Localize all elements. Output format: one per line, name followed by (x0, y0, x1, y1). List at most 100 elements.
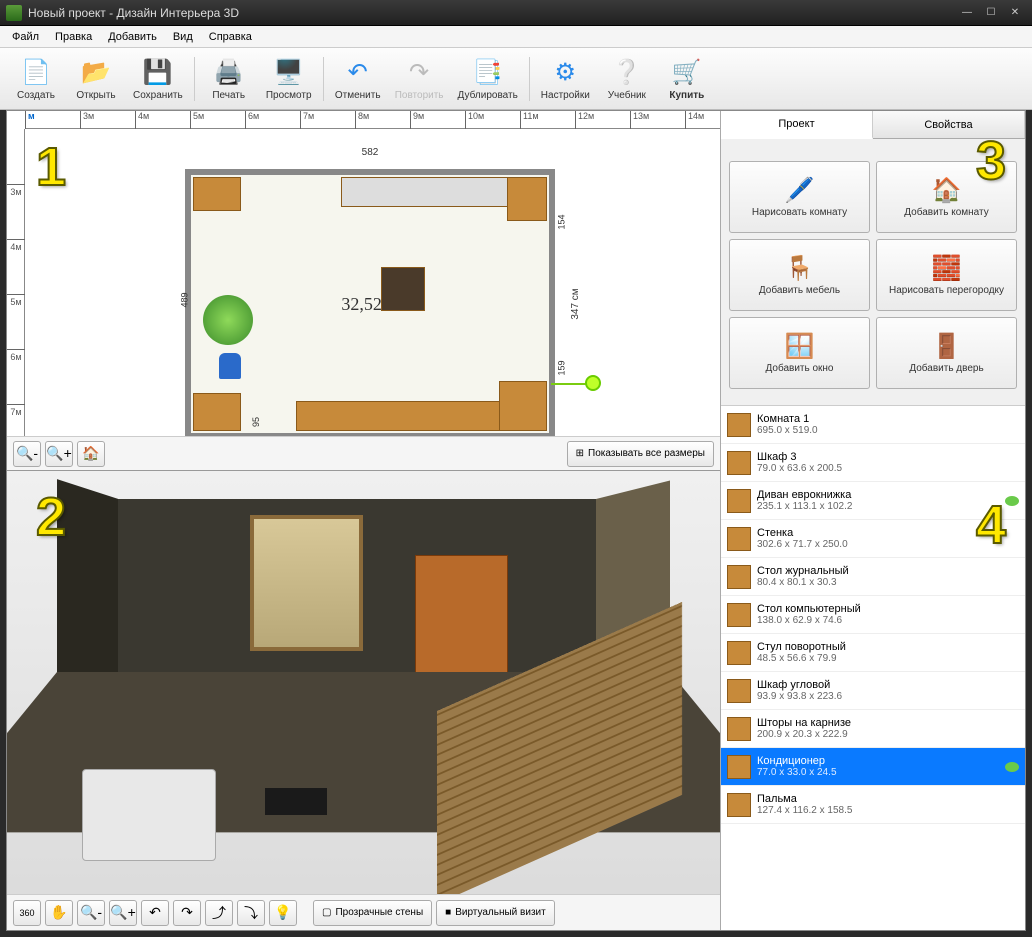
object-info: Диван еврокнижка 235.1 x 113.1 x 102.2 (757, 489, 1001, 512)
menubar: Файл Правка Добавить Вид Справка (0, 26, 1032, 48)
tilt-up-button[interactable]: ⤴ (205, 900, 233, 926)
undo-button[interactable]: ↶Отменить (328, 51, 388, 107)
chair-icon: 🪑 (785, 253, 815, 283)
show-dimensions-button[interactable]: ⊞Показывать все размеры (567, 441, 714, 467)
menu-file[interactable]: Файл (4, 28, 47, 46)
menu-add[interactable]: Добавить (100, 28, 165, 46)
visibility-eye-icon[interactable] (1005, 762, 1019, 772)
object-dimensions: 138.0 x 62.9 x 74.6 (757, 615, 1019, 626)
object-list-item[interactable]: Комната 1 695.0 x 519.0 (721, 406, 1025, 444)
room-shape[interactable]: 582 347 см 32,52 489 95 665 (185, 169, 555, 439)
tilt-down-button[interactable]: ⤵ (237, 900, 265, 926)
object-info: Кондиционер 77.0 x 33.0 x 24.5 (757, 755, 1001, 778)
zoom-in-button[interactable]: 🔍+ (45, 441, 73, 467)
draw-room-button[interactable]: 🖊️Нарисовать комнату (729, 161, 870, 233)
object-icon (727, 717, 751, 741)
transparent-walls-button[interactable]: ▢Прозрачные стены (313, 900, 432, 926)
duplicate-button[interactable]: 📑Дублировать (451, 51, 525, 107)
furniture-sofa-top[interactable] (341, 177, 511, 207)
object-list-item[interactable]: Кондиционер 77.0 x 33.0 x 24.5 (721, 748, 1025, 786)
object-icon (727, 755, 751, 779)
object-icon (727, 527, 751, 551)
ruler-tick: м (25, 111, 35, 129)
dimension-label: 154 (556, 214, 566, 229)
object-list-item[interactable]: Шторы на карнизе 200.9 x 20.3 x 222.9 (721, 710, 1025, 748)
object-dimensions: 80.4 x 80.1 x 30.3 (757, 577, 1019, 588)
zoom-out-button[interactable]: 🔍- (13, 441, 41, 467)
object-list-item[interactable]: Шкаф 3 79.0 x 63.6 x 200.5 (721, 444, 1025, 482)
menu-view[interactable]: Вид (165, 28, 201, 46)
object-list-item[interactable]: Стол журнальный 80.4 x 80.1 x 30.3 (721, 558, 1025, 596)
home-button[interactable]: 🏠 (77, 441, 105, 467)
brick-icon: 🧱 (932, 253, 962, 283)
ruler-tick: 5м (190, 111, 204, 129)
dimension-label: 489 (180, 292, 190, 307)
minimize-button[interactable]: — (956, 5, 978, 21)
dimension-label: 347 см (570, 288, 581, 319)
furniture-shelf[interactable] (499, 381, 547, 431)
room-3d-scene[interactable] (57, 499, 670, 884)
pan-button[interactable]: ✋ (45, 900, 73, 926)
save-button[interactable]: 💾Сохранить (126, 51, 190, 107)
tab-project[interactable]: Проект (721, 111, 873, 139)
view-3d[interactable]: 360 ✋ 🔍- 🔍+ ↶ ↷ ⤴ ⤵ 💡 ▢Прозрачные стены … (7, 471, 720, 930)
furniture-plant[interactable] (203, 295, 253, 345)
ruler-tick: 6м (7, 349, 25, 362)
buy-button[interactable]: 🛒Купить (657, 51, 717, 107)
tutorial-button[interactable]: ❔Учебник (597, 51, 657, 107)
virtual-visit-button[interactable]: ■Виртуальный визит (436, 900, 555, 926)
ruler-tick: 3м (80, 111, 94, 129)
print-button[interactable]: 🖨️Печать (199, 51, 259, 107)
plan-canvas[interactable]: 582 347 см 32,52 489 95 665 (25, 129, 720, 436)
selection-handle[interactable] (585, 375, 601, 391)
file-new-icon: 📄 (20, 57, 52, 89)
open-button[interactable]: 📂Открыть (66, 51, 126, 107)
object-icon (727, 489, 751, 513)
rotate-360-button[interactable]: 360 (13, 900, 41, 926)
furniture-shelf[interactable] (193, 393, 241, 431)
redo-button[interactable]: ↷Повторить (388, 51, 451, 107)
light-button[interactable]: 💡 (269, 900, 297, 926)
object-dimensions: 77.0 x 33.0 x 24.5 (757, 767, 1001, 778)
rotate-right-button[interactable]: ↷ (173, 900, 201, 926)
furniture-shelf[interactable] (193, 177, 241, 211)
menu-help[interactable]: Справка (201, 28, 260, 46)
maximize-button[interactable]: ☐ (980, 5, 1002, 21)
gear-icon: ⚙ (549, 57, 581, 89)
draw-partition-button[interactable]: 🧱Нарисовать перегородку (876, 239, 1017, 311)
furniture-chair[interactable] (219, 353, 241, 379)
rotate-left-button[interactable]: ↶ (141, 900, 169, 926)
add-door-button[interactable]: 🚪Добавить дверь (876, 317, 1017, 389)
menu-edit[interactable]: Правка (47, 28, 100, 46)
new-button[interactable]: 📄Создать (6, 51, 66, 107)
object-list[interactable]: Комната 1 695.0 x 519.0 Шкаф 3 79.0 x 63… (721, 405, 1025, 930)
ruler-tick: 14м (685, 111, 704, 129)
add-furniture-button[interactable]: 🪑Добавить мебель (729, 239, 870, 311)
furniture-shelf[interactable] (507, 177, 547, 221)
zoom-out-icon: 🔍- (16, 445, 38, 462)
plan-2d-view[interactable]: м 3м 4м 5м 6м 7м 8м 9м 10м 11м 12м 13м 1… (7, 111, 720, 471)
visibility-eye-icon[interactable] (1005, 496, 1019, 506)
object-list-item[interactable]: Пальма 127.4 x 116.2 x 158.5 (721, 786, 1025, 824)
zoom-in-3d-button[interactable]: 🔍+ (109, 900, 137, 926)
object-dimensions: 127.4 x 116.2 x 158.5 (757, 805, 1019, 816)
object-list-item[interactable]: Шкаф угловой 93.9 x 93.8 x 223.6 (721, 672, 1025, 710)
add-window-button[interactable]: 🪟Добавить окно (729, 317, 870, 389)
furniture-sofa[interactable] (296, 401, 506, 431)
window-3d (250, 515, 363, 651)
preview-button[interactable]: 🖥️Просмотр (259, 51, 319, 107)
left-column: м 3м 4м 5м 6м 7м 8м 9м 10м 11м 12м 13м 1… (7, 111, 720, 930)
folder-open-icon: 📂 (80, 57, 112, 89)
settings-button[interactable]: ⚙Настройки (534, 51, 597, 107)
room-add-icon: 🏠 (932, 175, 962, 205)
home-icon: 🏠 (82, 445, 99, 462)
rotate-left-icon: ↶ (149, 904, 161, 921)
object-name: Шкаф угловой (757, 679, 1019, 691)
object-list-item[interactable]: Стол компьютерный 138.0 x 62.9 x 74.6 (721, 596, 1025, 634)
object-list-item[interactable]: Стул поворотный 48.5 x 56.6 x 79.9 (721, 634, 1025, 672)
main-toolbar: 📄Создать 📂Открыть 💾Сохранить 🖨️Печать 🖥️… (0, 48, 1032, 110)
zoom-out-3d-button[interactable]: 🔍- (77, 900, 105, 926)
furniture-table[interactable] (381, 267, 425, 311)
close-button[interactable]: ✕ (1004, 5, 1026, 21)
overlay-marker-2: 2 (36, 486, 66, 548)
